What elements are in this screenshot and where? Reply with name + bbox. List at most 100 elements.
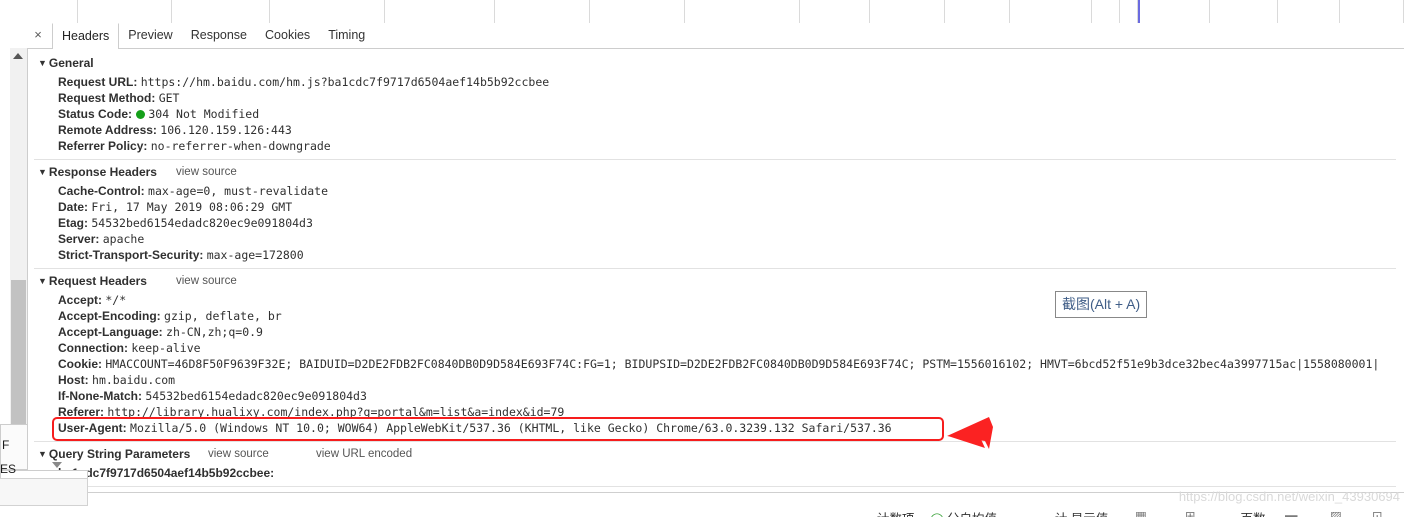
header-row: Connection: keep-alive bbox=[58, 341, 201, 355]
section-header-response-headers[interactable]: ▼ Response Headers bbox=[38, 165, 157, 179]
spreadsheet-cell[interactable] bbox=[590, 0, 685, 23]
tab-preview[interactable]: Preview bbox=[119, 23, 181, 48]
tab-headers[interactable]: Headers bbox=[52, 23, 120, 49]
spreadsheet-cell[interactable] bbox=[385, 0, 495, 23]
header-row: Accept: */* bbox=[58, 293, 126, 307]
bottom-toolbar-item[interactable]: ▬ bbox=[1285, 508, 1301, 517]
header-value: zh-CN,zh;q=0.9 bbox=[166, 325, 263, 339]
bottom-toolbar-item[interactable]: ⌁百数 bbox=[1230, 508, 1266, 517]
spreadsheet-cell[interactable] bbox=[1278, 0, 1340, 23]
spreadsheet-cell[interactable] bbox=[800, 0, 870, 23]
tab-cookies[interactable]: Cookies bbox=[256, 23, 319, 48]
header-value: Fri, 17 May 2019 08:06:29 GMT bbox=[91, 200, 293, 214]
chevron-down-icon[interactable] bbox=[52, 462, 62, 468]
spreadsheet-cell[interactable] bbox=[685, 0, 800, 23]
section-title: Request Headers bbox=[48, 274, 147, 288]
header-row: Request Method: GET bbox=[58, 91, 179, 105]
screenshot-shortcut-tooltip[interactable]: 截图(Alt + A) bbox=[1055, 291, 1148, 318]
header-row: Remote Address: 106.120.159.126:443 bbox=[58, 123, 292, 137]
section-title: Query String Parameters bbox=[48, 447, 191, 461]
bottom-toolbar-item[interactable]: ▨ bbox=[1330, 508, 1345, 517]
bottom-toolbar-item-label: 百数 bbox=[1241, 512, 1266, 517]
spreadsheet-cell[interactable] bbox=[495, 0, 590, 23]
close-icon[interactable]: × bbox=[30, 26, 46, 44]
bottom-toolbar-item[interactable]: ▭计 显示值 bbox=[1040, 508, 1108, 517]
spreadsheet-cell[interactable] bbox=[1010, 0, 1092, 23]
header-name: Remote Address: bbox=[58, 123, 157, 137]
header-value: max-age=172800 bbox=[206, 248, 304, 262]
spreadsheet-cell[interactable] bbox=[1092, 0, 1120, 23]
bottom-toolbar-item[interactable]: ⊡ bbox=[1372, 508, 1385, 517]
status-cell-box bbox=[0, 478, 88, 506]
disclosure-triangle-icon[interactable]: ▼ bbox=[38, 58, 47, 68]
bottom-toolbar-item-icon: ⊡ bbox=[1372, 509, 1383, 517]
bottom-toolbar-item[interactable]: ▦ bbox=[1135, 508, 1150, 517]
bottom-toolbar-item-icon: ▦ bbox=[1135, 509, 1147, 517]
bottom-toolbar-item-icon: ⌁ bbox=[1230, 512, 1238, 517]
header-name: Server: bbox=[58, 232, 100, 246]
spreadsheet-cell[interactable] bbox=[870, 0, 945, 23]
header-value: max-age=0, must-revalidate bbox=[148, 184, 329, 198]
spreadsheet-cell[interactable] bbox=[1210, 0, 1278, 23]
bottom-toolbar-item-icon: ⊞ bbox=[1185, 509, 1196, 517]
spreadsheet-cell[interactable] bbox=[172, 0, 270, 23]
header-row: Date: Fri, 17 May 2019 08:06:29 GMT bbox=[58, 200, 292, 214]
header-row: If-None-Match: 54532bed6154edadc820ec9e0… bbox=[58, 389, 367, 403]
view-source-link-response-headers[interactable]: view source bbox=[176, 166, 237, 178]
spreadsheet-cell[interactable] bbox=[78, 0, 172, 23]
header-name: Referer: bbox=[58, 405, 105, 419]
spreadsheet-cell[interactable] bbox=[1120, 0, 1138, 23]
header-row: Request URL: https://hm.baidu.com/hm.js?… bbox=[58, 75, 549, 89]
section-title: General bbox=[48, 56, 94, 70]
red-pointer-arrow-icon bbox=[947, 401, 1095, 449]
spreadsheet-cell[interactable] bbox=[0, 0, 78, 23]
left-fragment-text: ES bbox=[0, 462, 17, 476]
csdn-watermark: https://blog.csdn.net/weixin_43930694 bbox=[1178, 489, 1400, 504]
bottom-toolbar-item[interactable]: ▭计数项 bbox=[862, 508, 914, 517]
header-row: Accept-Encoding: gzip, deflate, br bbox=[58, 309, 282, 323]
header-name: User-Agent: bbox=[58, 421, 127, 435]
header-name: Request URL: bbox=[58, 75, 138, 89]
spreadsheet-cell[interactable] bbox=[1138, 0, 1210, 23]
header-value: http://library.hualixy.com/index.php?g=p… bbox=[107, 405, 565, 419]
section-header-general[interactable]: ▼ General bbox=[38, 56, 94, 70]
header-row: Referrer Policy: no-referrer-when-downgr… bbox=[58, 139, 331, 153]
header-value: HMACCOUNT=46D8F50F9639F32E; BAIDUID=D2DE… bbox=[105, 357, 1380, 371]
header-row: Status Code: 304 Not Modified bbox=[58, 107, 259, 121]
header-name: Accept-Encoding: bbox=[58, 309, 161, 323]
header-name: Etag: bbox=[58, 216, 88, 230]
header-row: ba1cdc7f9717d6504aef14b5b92ccbee: bbox=[58, 466, 274, 480]
header-name: Date: bbox=[58, 200, 89, 214]
spreadsheet-cell[interactable] bbox=[270, 0, 385, 23]
view-source-link-query-string-parameters[interactable]: view source bbox=[208, 448, 269, 460]
header-name: Accept-Language: bbox=[58, 325, 163, 339]
disclosure-triangle-icon[interactable]: ▼ bbox=[38, 276, 47, 286]
status-ok-dot-icon bbox=[136, 110, 146, 119]
spreadsheet-cell[interactable] bbox=[1340, 0, 1404, 23]
disclosure-triangle-icon[interactable]: ▼ bbox=[38, 167, 47, 177]
devtools-tabbar: × Headers Preview Response Cookies Timing bbox=[0, 23, 1404, 49]
header-row: Cache-Control: max-age=0, must-revalidat… bbox=[58, 184, 328, 198]
headers-content: ▼ General Request URL: https://hm.baidu.co… bbox=[28, 48, 1404, 492]
view-url-encoded-link[interactable]: view URL encoded bbox=[316, 448, 412, 460]
header-value: 54532bed6154edadc820ec9e091804d3 bbox=[145, 389, 367, 403]
spreadsheet-cell[interactable] bbox=[945, 0, 1010, 23]
bottom-toolbar-item-icon: ◯ bbox=[930, 512, 944, 517]
bottom-toolbar-item[interactable]: ◯分自均值 bbox=[930, 508, 997, 517]
bottom-toolbar-item[interactable]: ⊞ bbox=[1185, 508, 1198, 517]
section-header-request-headers[interactable]: ▼ Request Headers bbox=[38, 274, 147, 288]
section-header-query-string-parameters[interactable]: ▼ Query String Parameters bbox=[38, 447, 190, 461]
header-name: Cache-Control: bbox=[58, 184, 145, 198]
header-name: If-None-Match: bbox=[58, 389, 142, 403]
header-row: Server: apache bbox=[58, 232, 144, 246]
tab-response[interactable]: Response bbox=[182, 23, 256, 48]
view-source-link-request-headers[interactable]: view source bbox=[176, 275, 237, 287]
header-value: 106.120.159.126:443 bbox=[160, 123, 292, 137]
scroll-up-arrow-icon[interactable] bbox=[13, 53, 23, 59]
bottom-toolbar-item-label: 分自均值 bbox=[947, 512, 997, 517]
bottom-toolbar-item-icon: ▭ bbox=[1040, 512, 1052, 517]
disclosure-triangle-icon[interactable]: ▼ bbox=[38, 449, 47, 459]
tab-timing[interactable]: Timing bbox=[319, 23, 374, 48]
devtools-tab-list: Headers Preview Response Cookies Timing bbox=[52, 23, 374, 49]
header-name: Referrer Policy: bbox=[58, 139, 148, 153]
